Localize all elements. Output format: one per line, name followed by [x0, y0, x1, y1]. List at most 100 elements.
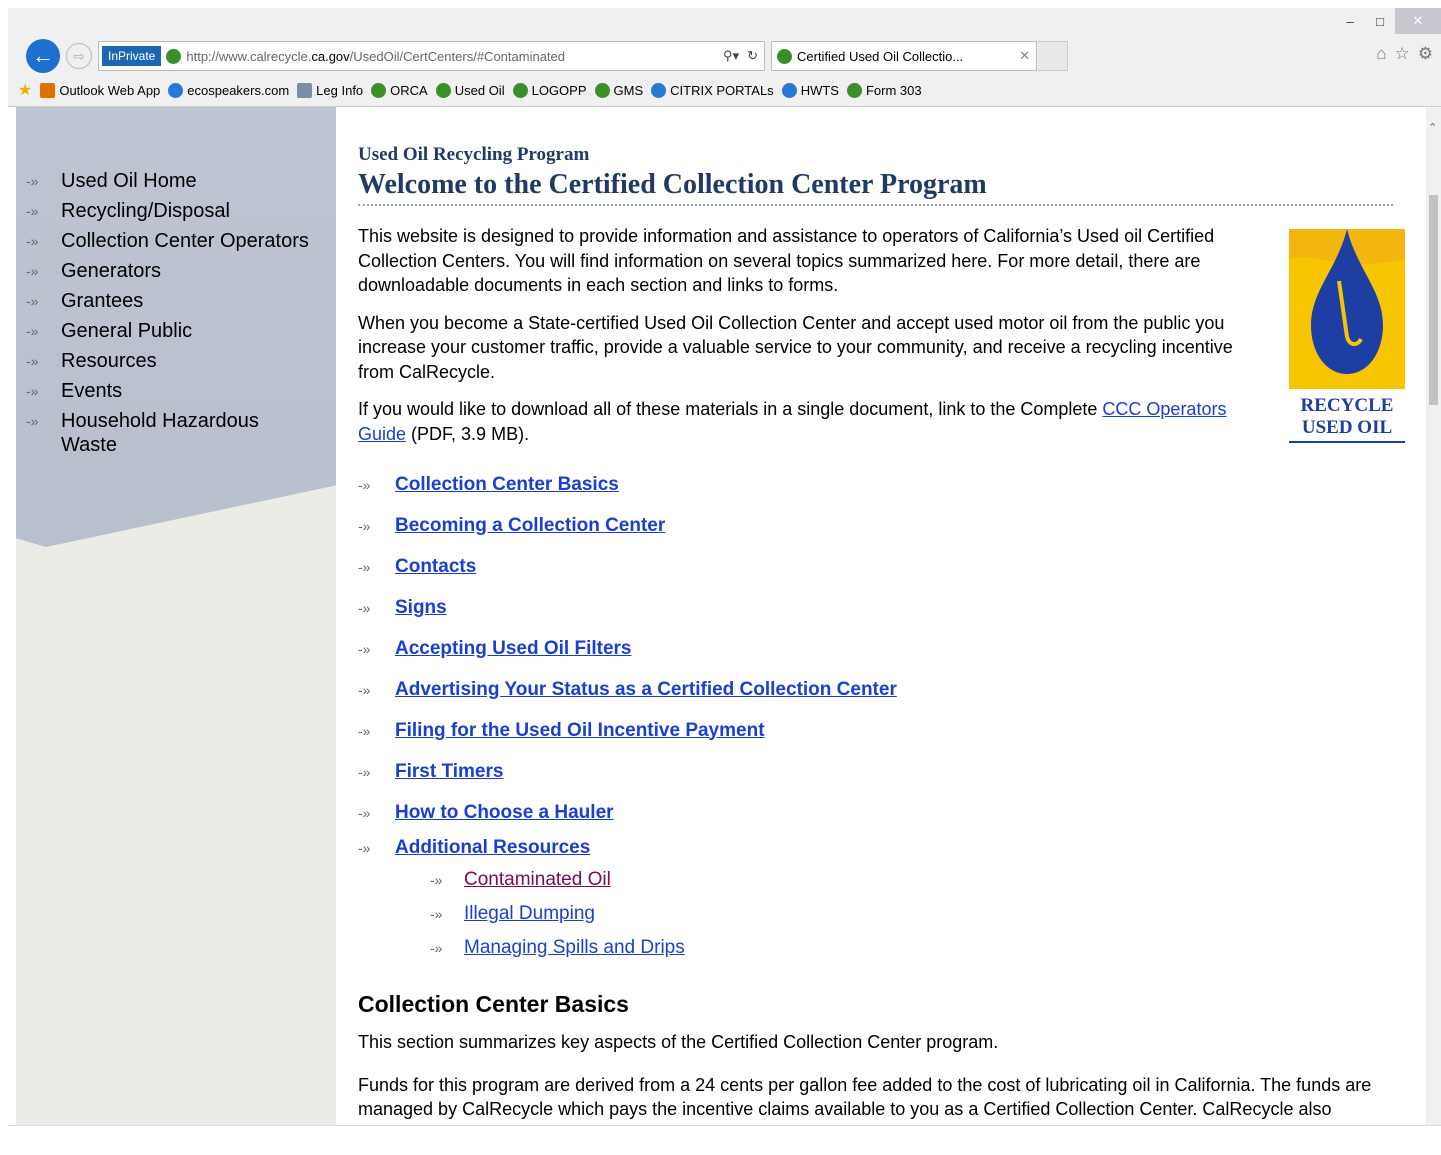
- favorite-label: ecospeakers.com: [187, 82, 290, 98]
- link-contacts[interactable]: Contacts: [395, 556, 476, 578]
- gear-icon[interactable]: ⚙: [1418, 44, 1433, 64]
- address-bar[interactable]: InPrivate http://www.calrecycle.ca.gov/U…: [98, 41, 765, 71]
- favorite-label: ORCA: [390, 82, 428, 98]
- link-accepting-filters[interactable]: Accepting Used Oil Filters: [395, 638, 632, 660]
- list-item: -» Advertising Your Status as a Certified…: [358, 669, 1398, 710]
- home-icon[interactable]: ⌂: [1376, 44, 1386, 64]
- double-arrow-icon: -»: [358, 640, 371, 657]
- link-advertising-status[interactable]: Advertising Your Status as a Certified C…: [395, 679, 897, 701]
- window-bottom-edge: [8, 1125, 1441, 1155]
- sidebar-item-label: Household Hazardous Waste: [61, 410, 259, 456]
- list-item: -» First Timers: [358, 751, 1398, 792]
- intro-p3-suffix: (PDF, 3.9 MB).: [406, 423, 530, 444]
- list-item: -» Additional Resources: [358, 833, 1398, 863]
- main-content: Used Oil Recycling Program Welcome to th…: [358, 107, 1405, 1146]
- recycle-used-oil-logo: RECYCLE USED OIL: [1289, 229, 1405, 443]
- sidebar-nav: -» Used Oil Home -» Recycling/Disposal -» C…: [26, 169, 321, 457]
- favorite-label: CITRIX PORTALs: [670, 82, 774, 98]
- list-item: -» Signs: [358, 587, 1398, 628]
- double-arrow-icon: -»: [358, 558, 371, 575]
- tab-favicon-icon: [777, 48, 792, 64]
- scrollbar-thumb[interactable]: [1429, 195, 1438, 405]
- favorite-citrix[interactable]: CITRIX PORTALs: [651, 82, 774, 98]
- sidebar: -» Used Oil Home -» Recycling/Disposal -» C…: [16, 107, 336, 1154]
- favorites-star-icon[interactable]: ☆: [1395, 44, 1410, 64]
- favorite-form303[interactable]: Form 303: [846, 82, 922, 98]
- inprivate-badge: InPrivate: [102, 46, 162, 66]
- close-tab-icon[interactable]: ✕: [1019, 48, 1030, 64]
- outlook-icon: [40, 82, 56, 98]
- forward-button[interactable]: ⇨: [66, 43, 92, 69]
- favorites-bar: ★ Outlook Web App ecospeakers.com Leg In…: [8, 78, 930, 102]
- tab-active[interactable]: Certified Used Oil Collectio... ✕: [771, 41, 1037, 71]
- maximize-icon[interactable]: □: [1365, 8, 1395, 34]
- calrecycle-icon: [594, 82, 610, 98]
- double-arrow-icon: -»: [430, 872, 443, 888]
- sidebar-item-events[interactable]: -» Events: [26, 379, 321, 409]
- ie-page-icon: [168, 82, 184, 98]
- link-filing-incentive[interactable]: Filing for the Used Oil Incentive Paymen…: [395, 720, 765, 742]
- double-arrow-icon: -»: [358, 681, 371, 698]
- minimize-icon[interactable]: –: [1335, 8, 1365, 34]
- link-collection-center-basics[interactable]: Collection Center Basics: [395, 474, 619, 496]
- intro-p3-text: If you would like to download all of the…: [358, 399, 1103, 419]
- sidebar-item-generators[interactable]: -» Generators: [26, 259, 321, 289]
- link-illegal-dumping[interactable]: Illegal Dumping: [464, 903, 595, 925]
- favorite-outlook[interactable]: Outlook Web App: [40, 82, 160, 98]
- sidebar-item-used-oil-home[interactable]: -» Used Oil Home: [26, 169, 321, 199]
- vertical-scrollbar[interactable]: ⌃ ⌄: [1426, 107, 1441, 1154]
- favorite-logopp[interactable]: LOGOPP: [512, 82, 587, 98]
- list-item: -» Managing Spills and Drips: [430, 931, 1398, 965]
- search-icon[interactable]: ⚲▾: [723, 48, 739, 64]
- link-becoming-collection-center[interactable]: Becoming a Collection Center: [395, 515, 665, 537]
- toolbar-icons: ⌂ ☆ ⚙: [1376, 44, 1433, 64]
- double-arrow-icon: -»: [358, 763, 371, 780]
- double-arrow-icon: -»: [358, 804, 371, 821]
- double-arrow-icon: -»: [26, 263, 39, 279]
- favorite-label: GMS: [613, 82, 644, 98]
- favorite-gms[interactable]: GMS: [594, 82, 644, 98]
- double-arrow-icon: -»: [358, 599, 371, 616]
- sidebar-item-household-hazardous-waste[interactable]: -» Household Hazardous Waste: [26, 409, 321, 457]
- sidebar-item-recycling-disposal[interactable]: -» Recycling/Disposal: [26, 199, 321, 229]
- url-domain: ca.gov: [311, 48, 350, 64]
- additional-resources-sublinks: -» Contaminated Oil -» Illegal Dumping -» M…: [358, 863, 1398, 965]
- intro-paragraph-3: If you would like to download all of the…: [358, 397, 1263, 446]
- link-contaminated-oil[interactable]: Contaminated Oil: [464, 869, 611, 891]
- page-title: Welcome to the Certified Collection Cent…: [358, 169, 1393, 206]
- favorite-orca[interactable]: ORCA: [371, 82, 428, 98]
- double-arrow-icon: -»: [26, 293, 39, 309]
- refresh-icon[interactable]: ↻: [747, 48, 758, 64]
- url-text[interactable]: http://www.calrecycle.ca.gov/UsedOil/Cer…: [186, 49, 565, 64]
- favorite-leginfo[interactable]: Leg Info: [297, 82, 363, 98]
- intro-paragraph-1: This website is designed to provide info…: [358, 226, 1215, 295]
- calrecycle-icon: [512, 82, 528, 98]
- favorite-label: HWTS: [800, 82, 839, 98]
- sidebar-item-label: General Public: [61, 320, 193, 342]
- add-favorite-star-icon[interactable]: ★: [18, 80, 32, 100]
- link-choose-hauler[interactable]: How to Choose a Hauler: [395, 802, 614, 824]
- oil-drop-icon: [1289, 229, 1405, 389]
- sidebar-item-resources[interactable]: -» Resources: [26, 349, 321, 379]
- favorite-hwts[interactable]: HWTS: [781, 82, 839, 98]
- link-additional-resources[interactable]: Additional Resources: [395, 837, 590, 859]
- new-tab-button[interactable]: [1038, 41, 1068, 71]
- section-links: -» Collection Center Basics -» Becoming a …: [358, 464, 1398, 863]
- sidebar-item-collection-center-operators[interactable]: -» Collection Center Operators: [26, 229, 321, 259]
- back-button[interactable]: ←: [26, 39, 60, 73]
- window-controls: – □ ✕: [1335, 8, 1441, 34]
- double-arrow-icon: -»: [358, 476, 371, 493]
- double-arrow-icon: -»: [430, 940, 443, 956]
- double-arrow-icon: -»: [26, 413, 39, 429]
- scroll-up-icon[interactable]: ⌃: [1428, 121, 1437, 134]
- calrecycle-icon: [371, 82, 387, 98]
- link-managing-spills[interactable]: Managing Spills and Drips: [464, 937, 685, 959]
- double-arrow-icon: -»: [26, 233, 39, 249]
- sidebar-item-general-public[interactable]: -» General Public: [26, 319, 321, 349]
- close-window-icon[interactable]: ✕: [1395, 8, 1441, 34]
- favorite-ecospeakers[interactable]: ecospeakers.com: [168, 82, 290, 98]
- link-signs[interactable]: Signs: [395, 597, 447, 619]
- link-first-timers[interactable]: First Timers: [395, 761, 503, 783]
- favorite-used-oil[interactable]: Used Oil: [435, 82, 505, 98]
- sidebar-item-grantees[interactable]: -» Grantees: [26, 289, 321, 319]
